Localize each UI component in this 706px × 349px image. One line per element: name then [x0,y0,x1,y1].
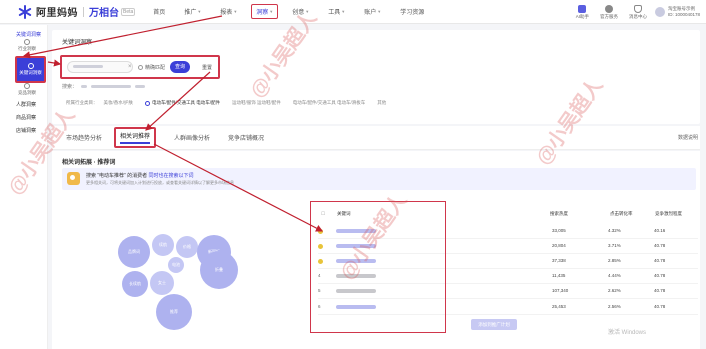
avatar[interactable] [654,7,665,17]
history-chip[interactable] [135,85,146,88]
menu-item-learning[interactable]: 学习资源 [400,7,424,16]
chevron-down-icon: ▼ [269,9,274,14]
brand-divider [83,6,84,17]
word-bubble[interactable]: 续航 [152,234,174,256]
chevron-down-icon: ▼ [341,9,346,14]
user-info[interactable]: 淘宝账号示例 ID: 1000040178 [668,6,700,18]
exact-match-toggle[interactable]: 精确匹配 [138,64,165,71]
top-nav-bar: 阿里妈妈 万相台 Beta 首页 推广 ▼ 报表 ▼ 洞察 ▼ 创意 ▼ 工具 ▼ 账户 ▼… [0,0,706,24]
history-chip[interactable] [91,85,132,88]
sidebar-heading: 关键词洞察 [16,32,42,38]
word-bubble[interactable]: 品牌词 [118,236,150,268]
panel-title: 关键词洞察 [62,40,93,46]
data-note-link[interactable]: 数据说明 [678,134,698,141]
word-bubble[interactable]: 女士 [150,271,174,295]
word-bubble[interactable]: 长续航 [122,271,148,297]
search-panel: 关键词洞察 × 精确匹配 查询 重置 搜索： 所属行业类目： 美妆/香水/护肤 … [52,30,700,124]
sidebar-group-crowd[interactable]: 人群洞察 [16,101,36,108]
chevron-down-icon: ▼ [233,9,238,14]
user-id: ID: 1000040178 [667,12,700,17]
menu-item-report[interactable]: 报表 ▼ [220,7,237,16]
col-search-heat[interactable]: 搜索热度 [550,211,568,217]
radio-checked-icon [145,100,150,106]
industry-option[interactable]: 美妆/香水/护肤 [104,100,134,106]
word-bubble[interactable]: 折叠 [200,251,238,289]
banner-subtitle: 更多相关词，可将关键词加入计划进行投放，或查看关键词详情以了解更多市场信息 [86,180,234,185]
related-words-bubble-chart: 品牌词 续航 价格 新国标 电池 长续航 女士 折叠 推荐 [52,191,302,349]
industry-filter: 所属行业类目： 美妆/香水/护肤 电动车/配件/交通工具 电动车/配件 运动鞋/… [66,100,387,106]
search-history: 搜索： [62,83,146,90]
col-conversion[interactable]: 点击转化率 [610,211,633,217]
beta-badge: Beta [121,7,136,16]
nav-right-tools: AI助手 官方服务 消息中心 淘宝账号示例 ID: 1000040178 [565,0,700,24]
banner-title: 搜索 “电动车推荐” 的消费者 同时也在搜索以下词 [86,173,194,179]
service-button[interactable]: 官方服务 [600,4,618,20]
sidebar-item-industry[interactable]: 行业洞察 [18,39,36,52]
brand-name: 阿里妈妈 [36,8,78,19]
menu-item-account[interactable]: 账户 ▼ [364,7,381,16]
industry-icon [24,39,30,45]
tab-crowd-profile[interactable]: 人群画像分析 [174,133,210,142]
menu-item-home[interactable]: 首页 [153,7,165,16]
chevron-down-icon: ▼ [197,9,202,14]
chevron-down-icon: ▼ [377,9,382,14]
blurred-keyword [73,65,103,69]
radio-icon [138,65,143,70]
lightbulb-icon [67,172,80,185]
info-banner: 搜索 “电动车推荐” 的消费者 同时也在搜索以下词 更多相关词，可将关键词加入计… [62,168,696,190]
brand-logo[interactable]: 阿里妈妈 万相台 Beta [18,0,136,24]
brand-logo-icon [18,4,32,19]
section-title: 相关词拓展 · 推荐词 [62,160,116,166]
windows-activation-watermark: 激活 Windows [608,330,647,336]
search-button[interactable]: 查询 [170,61,190,73]
search-input[interactable] [67,61,133,73]
menu-item-insight[interactable]: 洞察 ▼ [251,4,279,19]
industry-option[interactable]: 运动鞋/服饰 运动鞋/配件 [232,100,281,106]
word-bubble[interactable]: 推荐 [156,294,192,330]
tab-competitor-shops[interactable]: 竞争店铺概况 [228,133,264,142]
clear-icon[interactable]: × [128,64,132,70]
industry-option[interactable]: 其他 [377,100,386,106]
reset-button[interactable]: 重置 [202,64,212,71]
sidebar-item-competitor[interactable]: 竞品洞察 [18,83,36,96]
competitor-icon [24,83,30,89]
word-bubble[interactable]: 电池 [168,257,184,273]
history-chip[interactable] [81,85,88,88]
industry-option-selected[interactable]: 电动车/配件/交通工具 电动车/配件 [145,100,220,106]
col-competition[interactable]: 竞争激烈程度 [655,211,682,217]
message-button[interactable]: 消息中心 [629,4,647,20]
service-icon [604,4,613,13]
product-name: 万相台 [89,8,119,19]
page: 阿里妈妈 万相台 Beta 首页 推广 ▼ 报表 ▼ 洞察 ▼ 创意 ▼ 工具 ▼ 账户 ▼… [0,0,706,349]
keyword-icon [27,63,34,69]
tab-market-trend[interactable]: 市场趋势分析 [66,133,102,142]
word-bubble[interactable]: 价格 [176,236,198,258]
ai-assistant-button[interactable]: AI助手 [576,4,589,20]
sidebar-group-product[interactable]: 商品洞察 [16,114,36,121]
ai-assistant-icon [578,4,587,13]
tab-related-words[interactable]: 相关词推荐 [114,127,157,148]
add-to-plan-button[interactable]: 添加到推广计划 [471,319,517,330]
industry-option[interactable]: 电动车/配件/交通工具 电动车/滑板车 [293,100,366,106]
analysis-tabs: 市场趋势分析 相关词推荐 人群画像分析 竞争店铺概况 数据说明 [52,126,700,150]
bell-icon [633,4,642,13]
menu-item-tools[interactable]: 工具 ▼ [328,7,345,16]
search-box: × 精确匹配 查询 重置 [60,55,220,79]
sidebar-item-keyword[interactable]: 关键词洞察 [15,56,46,83]
menu-item-promote[interactable]: 推广 ▼ [184,7,201,16]
